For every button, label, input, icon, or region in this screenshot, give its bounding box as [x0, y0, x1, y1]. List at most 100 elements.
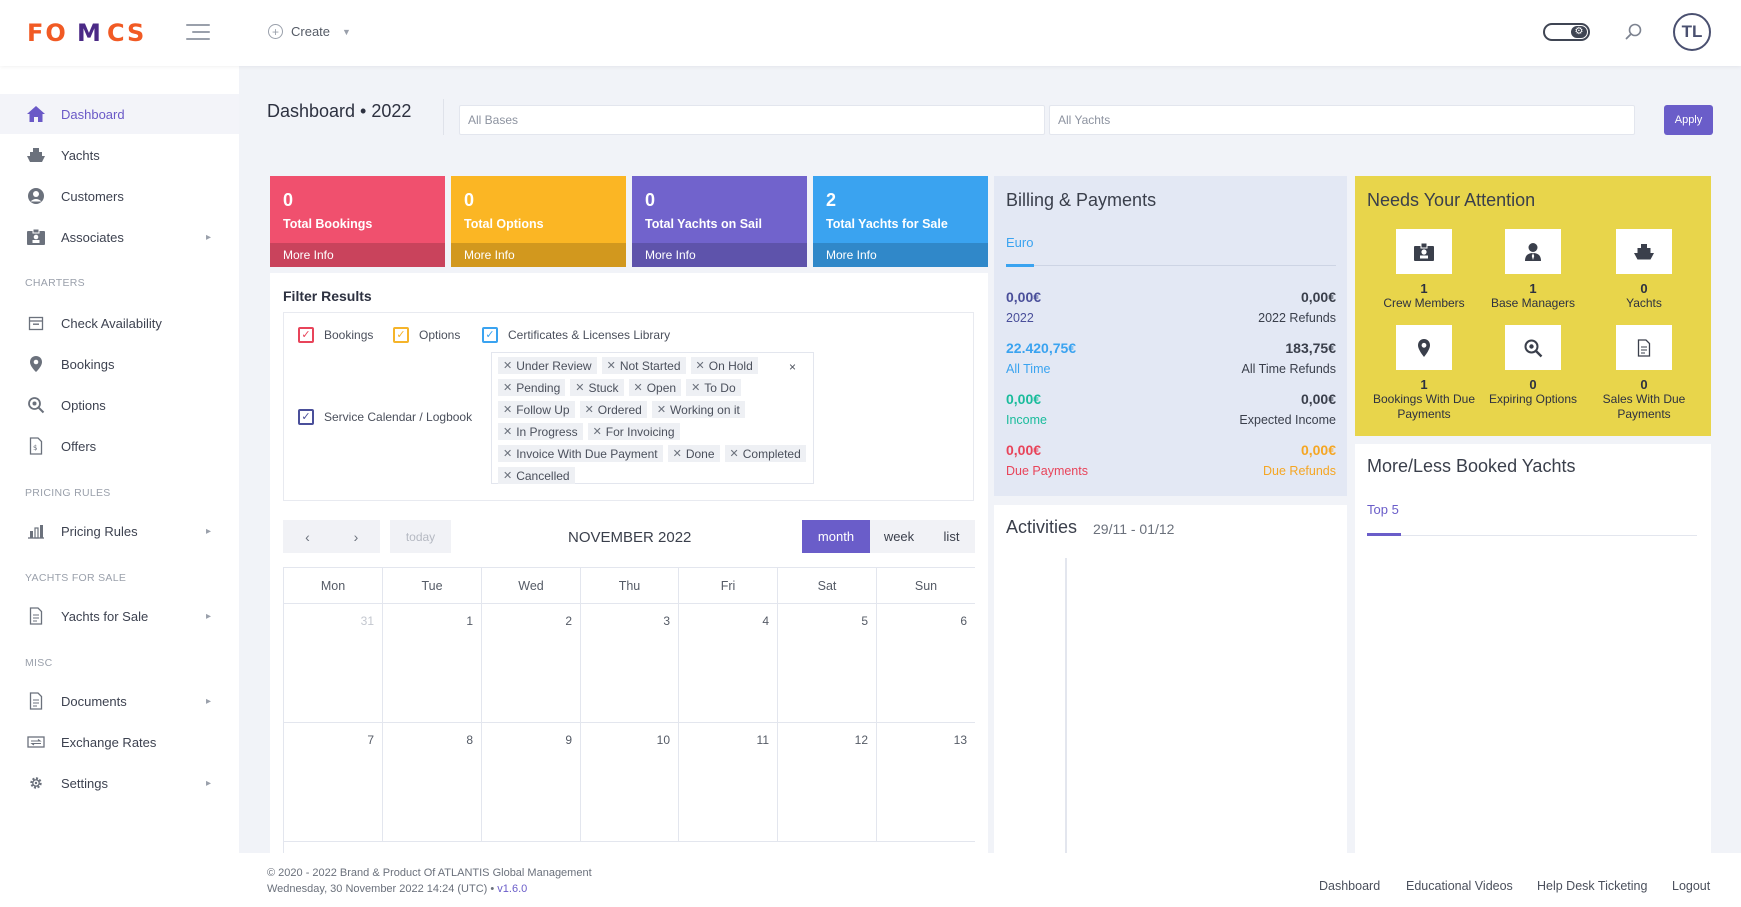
- tag-label: Ordered: [597, 402, 642, 417]
- sidebar-item-settings[interactable]: Settings ▸: [0, 763, 239, 803]
- footer-link-logout[interactable]: Logout: [1672, 879, 1710, 893]
- close-icon[interactable]: ✕: [607, 359, 616, 372]
- attention-base-managers[interactable]: 1 Base Managers: [1478, 229, 1588, 311]
- tab-top-5[interactable]: Top 5: [1367, 502, 1399, 517]
- close-icon[interactable]: ✕: [730, 447, 739, 460]
- more-info-link[interactable]: More Info: [270, 243, 445, 267]
- calendar-day[interactable]: 10: [581, 723, 679, 842]
- status-tag[interactable]: ✕ Pending: [498, 379, 566, 396]
- calendar-day[interactable]: 12: [778, 723, 877, 842]
- more-info-link[interactable]: More Info: [632, 243, 807, 267]
- calendar-day[interactable]: 2: [482, 604, 581, 723]
- close-icon[interactable]: ✕: [634, 381, 643, 394]
- sidebar-item-bookings[interactable]: Bookings: [0, 344, 239, 384]
- close-icon[interactable]: ✕: [503, 469, 512, 482]
- calendar-next-button[interactable]: ›: [332, 520, 380, 553]
- sidebar-item-exchange-rates[interactable]: Exchange Rates: [0, 722, 239, 762]
- status-tag[interactable]: ✕ Completed: [724, 445, 806, 462]
- calendar-day[interactable]: 5: [778, 604, 877, 723]
- sidebar-item-check-availability[interactable]: Check Availability: [0, 303, 239, 343]
- search-icon[interactable]: [1624, 22, 1644, 42]
- close-icon[interactable]: ✕: [503, 447, 512, 460]
- tab-euro[interactable]: Euro: [1006, 235, 1033, 250]
- footer-link-help-desk[interactable]: Help Desk Ticketing: [1537, 879, 1647, 893]
- close-icon[interactable]: ✕: [503, 425, 512, 438]
- status-tag[interactable]: ✕ Invoice With Due Payment: [498, 445, 663, 462]
- options-checkbox[interactable]: ✓ Options: [393, 327, 460, 343]
- sidebar-item-offers[interactable]: $ Offers: [0, 426, 239, 466]
- sidebar-item-dashboard[interactable]: Dashboard: [0, 94, 239, 134]
- footer-link-dashboard[interactable]: Dashboard: [1319, 879, 1380, 893]
- sidebar-item-yachts-for-sale[interactable]: Yachts for Sale ▸: [0, 596, 239, 636]
- attention-yachts[interactable]: 0 Yachts: [1589, 229, 1699, 311]
- close-icon[interactable]: ✕: [593, 425, 602, 438]
- status-tag[interactable]: ✕ To Do: [686, 379, 741, 396]
- theme-toggle[interactable]: ⚙: [1543, 23, 1590, 41]
- certificates-checkbox[interactable]: ✓ Certificates & Licenses Library: [482, 327, 670, 343]
- close-icon[interactable]: ✕: [691, 381, 700, 394]
- attention-expiring-options[interactable]: 0 Expiring Options: [1478, 325, 1588, 407]
- calendar-day[interactable]: 9: [482, 723, 581, 842]
- service-calendar-checkbox[interactable]: ✓ Service Calendar / Logbook: [298, 409, 472, 425]
- bookings-checkbox[interactable]: ✓ Bookings: [298, 327, 373, 343]
- clear-tags-icon[interactable]: ×: [789, 360, 796, 374]
- sidebar-item-associates[interactable]: Associates ▸: [0, 217, 239, 257]
- sidebar-item-documents[interactable]: Documents ▸: [0, 681, 239, 721]
- more-info-link[interactable]: More Info: [451, 243, 626, 267]
- status-tag[interactable]: ✕ Stuck: [570, 379, 624, 396]
- close-icon[interactable]: ✕: [503, 403, 512, 416]
- calendar-day[interactable]: 11: [679, 723, 778, 842]
- close-icon[interactable]: ✕: [575, 381, 584, 394]
- apply-button[interactable]: Apply: [1664, 105, 1713, 135]
- status-tag[interactable]: ✕ On Hold: [690, 357, 758, 374]
- user-avatar[interactable]: TL: [1673, 13, 1711, 51]
- calendar-prev-button[interactable]: ‹: [283, 520, 332, 553]
- calendar-day[interactable]: 6: [877, 604, 975, 723]
- status-tag[interactable]: ✕ Not Started: [601, 357, 686, 374]
- sidebar-item-options[interactable]: Options: [0, 385, 239, 425]
- bases-select[interactable]: All Bases: [459, 105, 1045, 135]
- sidebar-item-yachts[interactable]: Yachts: [0, 135, 239, 175]
- status-tag[interactable]: ✕ Working on it: [651, 401, 745, 418]
- footer-link-educational-videos[interactable]: Educational Videos: [1406, 879, 1513, 893]
- status-tag[interactable]: ✕ Under Review: [498, 357, 597, 374]
- view-list-button[interactable]: list: [928, 520, 975, 553]
- map-pin-icon: [26, 354, 46, 374]
- calendar-day[interactable]: 8: [383, 723, 482, 842]
- view-month-button[interactable]: month: [802, 520, 870, 553]
- more-info-link[interactable]: More Info: [813, 243, 988, 267]
- close-icon[interactable]: ✕: [503, 381, 512, 394]
- create-menu-button[interactable]: + Create ▼: [268, 24, 351, 39]
- close-icon[interactable]: ✕: [657, 403, 666, 416]
- menu-toggle-icon[interactable]: [186, 24, 210, 42]
- status-tag[interactable]: ✕ Cancelled: [498, 467, 575, 484]
- booked-yachts-panel: More/Less Booked Yachts Top 5: [1355, 444, 1711, 853]
- attention-bookings-due-payments[interactable]: 1 Bookings With Due Payments: [1369, 325, 1479, 422]
- close-icon[interactable]: ✕: [696, 359, 705, 372]
- status-tag[interactable]: ✕ Done: [667, 445, 720, 462]
- status-tag[interactable]: ✕ In Progress: [498, 423, 583, 440]
- calendar-day[interactable]: 7: [284, 723, 383, 842]
- status-tag[interactable]: ✕ For Invoicing: [587, 423, 680, 440]
- close-icon[interactable]: ✕: [585, 403, 594, 416]
- calendar-today-button[interactable]: today: [390, 520, 451, 553]
- calendar-day[interactable]: 1: [383, 604, 482, 723]
- status-tag[interactable]: ✕ Follow Up: [498, 401, 575, 418]
- footer-copyright: © 2020 - 2022 Brand & Product Of ATLANTI…: [267, 867, 592, 879]
- calendar-day[interactable]: 31: [284, 604, 383, 723]
- status-tag[interactable]: ✕ Ordered: [579, 401, 647, 418]
- yachts-select[interactable]: All Yachts: [1049, 105, 1635, 135]
- sidebar-item-customers[interactable]: Customers: [0, 176, 239, 216]
- sidebar-item-pricing-rules[interactable]: Pricing Rules ▸: [0, 511, 239, 551]
- close-icon[interactable]: ✕: [673, 447, 682, 460]
- calendar-day[interactable]: 13: [877, 723, 975, 842]
- close-icon[interactable]: ✕: [503, 359, 512, 372]
- app-logo[interactable]: FO M CS: [27, 20, 169, 46]
- status-tags-multiselect[interactable]: ✕ Under Review ✕ Not Started ✕ On Hold ✕ Pen…: [491, 352, 814, 484]
- attention-crew-members[interactable]: 1 Crew Members: [1369, 229, 1479, 311]
- status-tag[interactable]: ✕ Open: [628, 379, 682, 396]
- calendar-day[interactable]: 3: [581, 604, 679, 723]
- attention-sales-due-payments[interactable]: 0 Sales With Due Payments: [1589, 325, 1699, 422]
- view-week-button[interactable]: week: [870, 520, 928, 553]
- calendar-day[interactable]: 4: [679, 604, 778, 723]
